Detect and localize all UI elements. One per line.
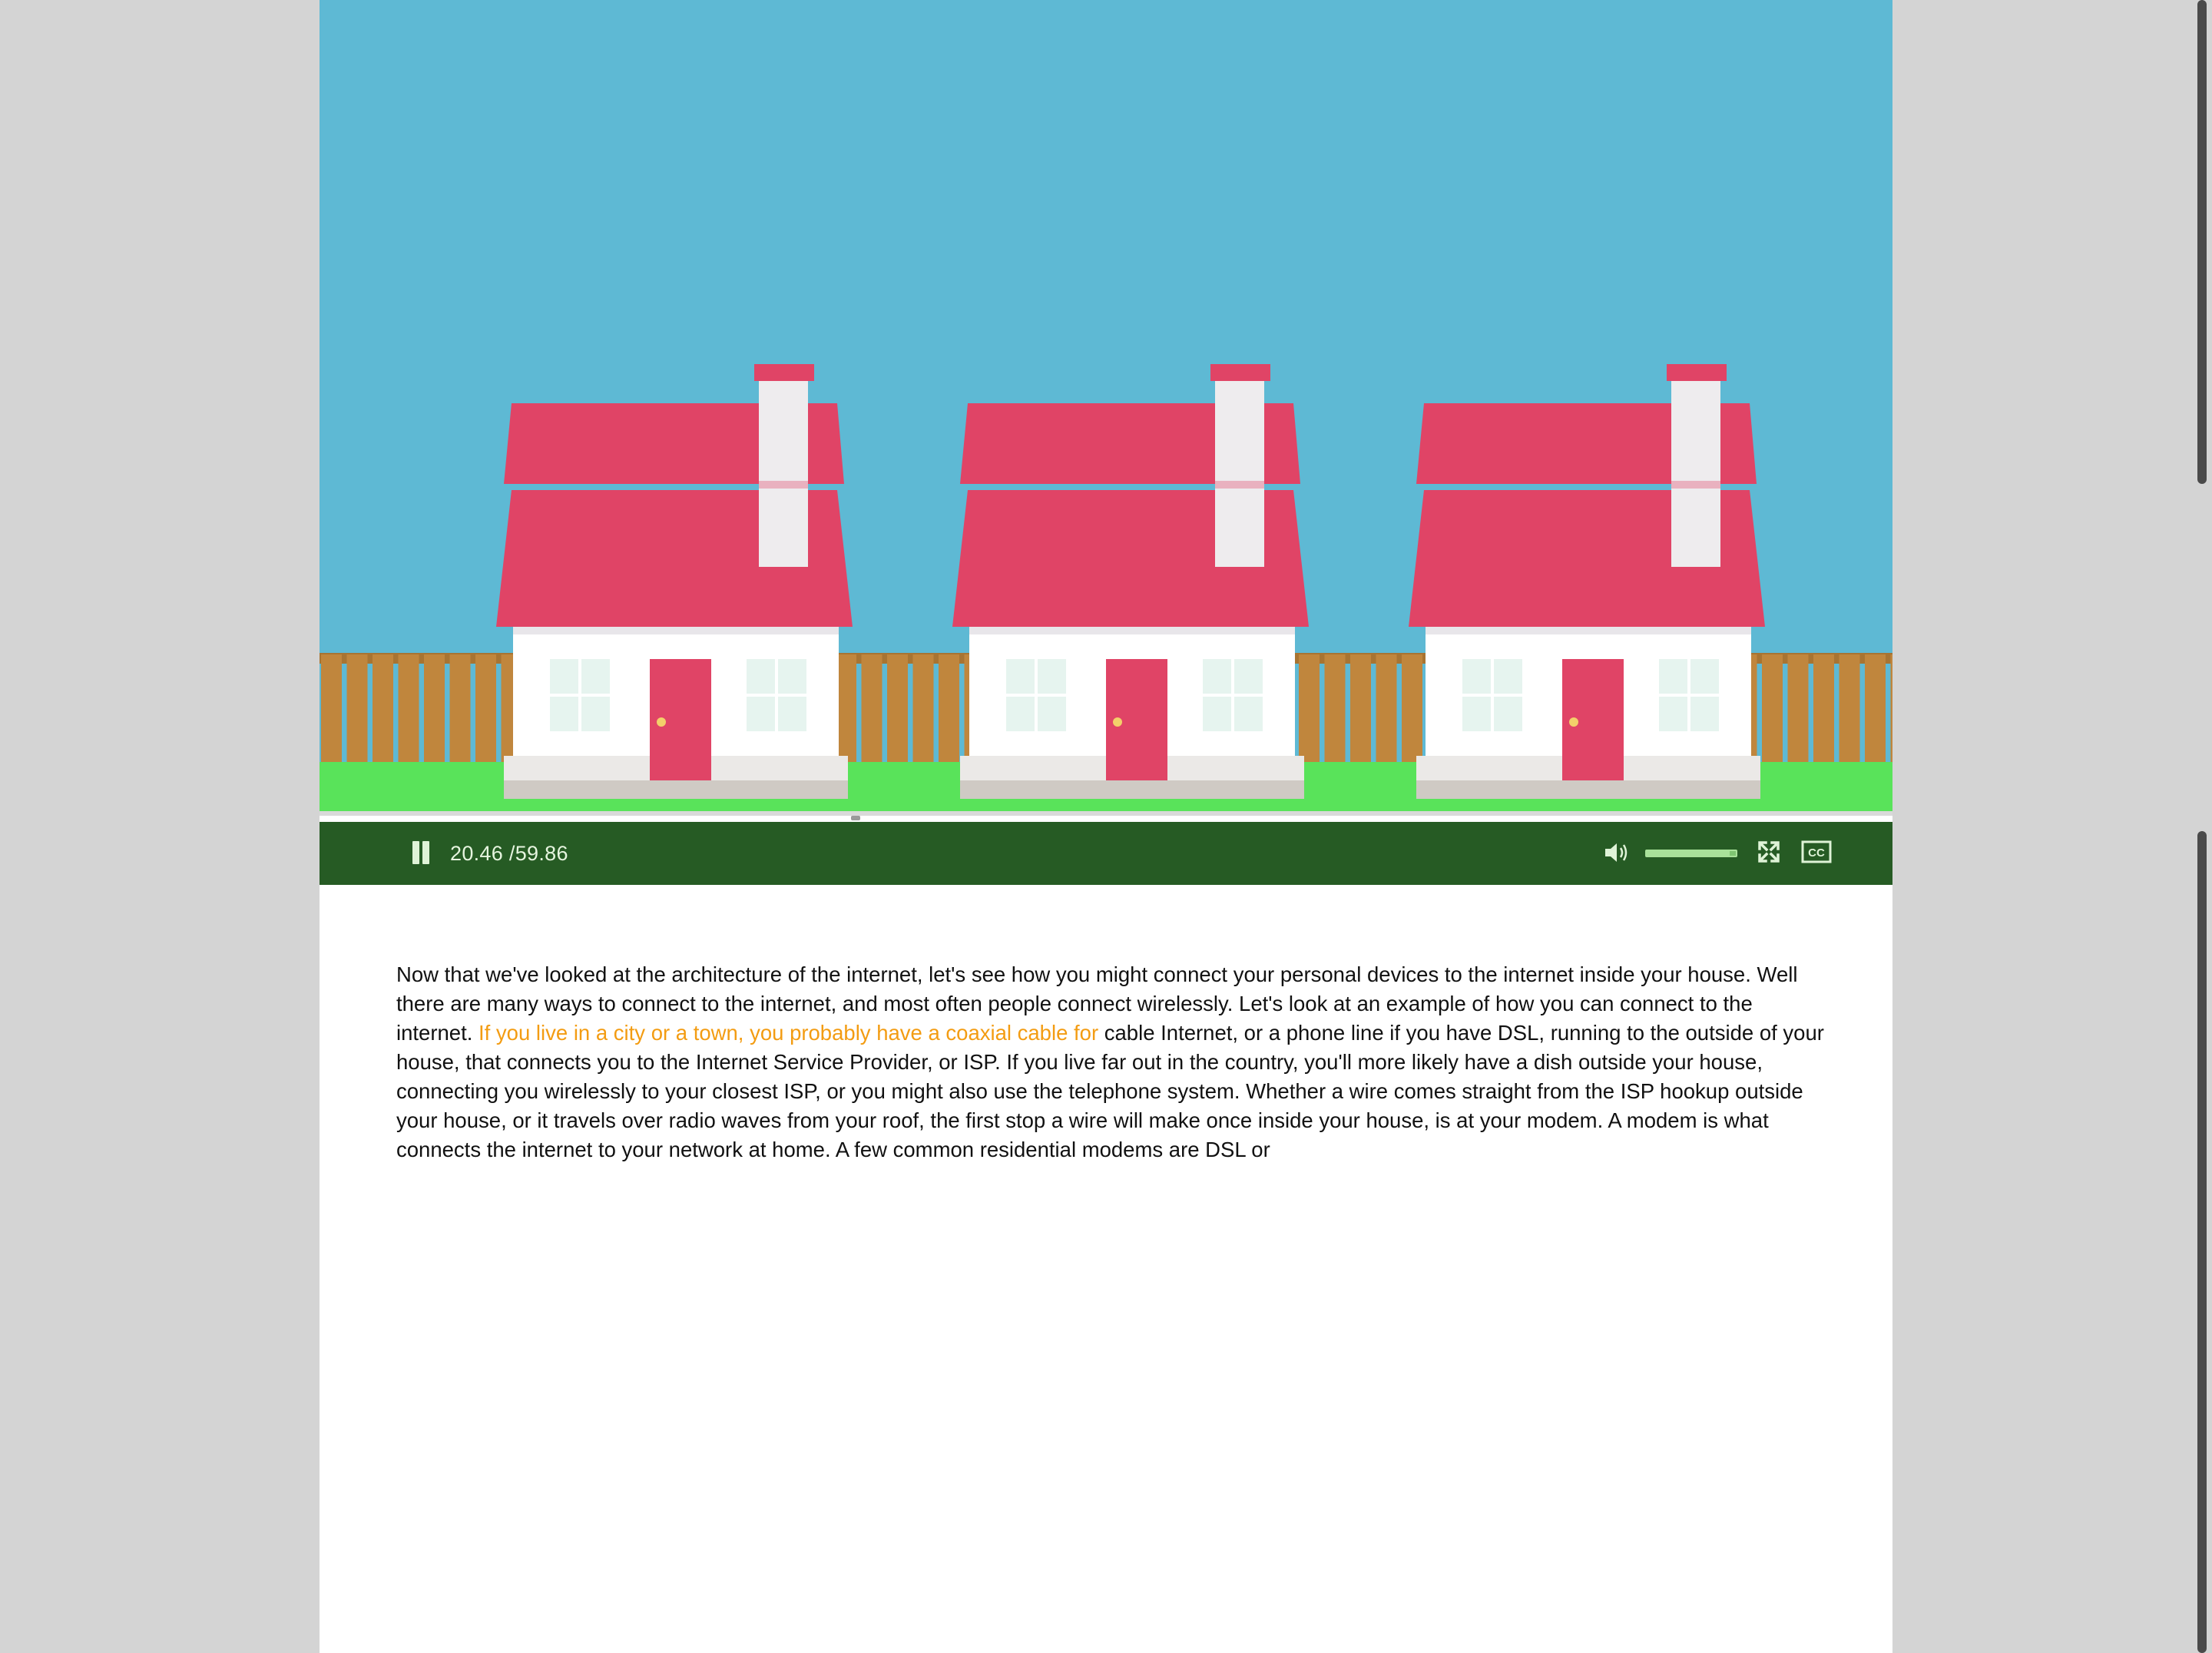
fullscreen-icon [1758, 841, 1780, 863]
pause-button[interactable] [410, 837, 432, 868]
closed-captions-icon: CC [1801, 840, 1832, 863]
houses-illustration [320, 0, 1892, 816]
current-time: 20.46 [450, 842, 504, 865]
svg-text:CC: CC [1808, 846, 1825, 860]
page-scrollbar[interactable] [2194, 0, 2212, 1653]
volume-button[interactable] [1602, 837, 1633, 868]
seek-handle[interactable] [851, 816, 860, 820]
transcript-text: Now that we've looked at the architectur… [396, 960, 1825, 1164]
lesson-panel: 20.46 /59.86 CC Now that we've looked at… [320, 0, 1892, 1653]
transcript-current-phrase[interactable]: If you live in a city or a town, you pro… [478, 1021, 1098, 1045]
volume-icon [1605, 843, 1628, 862]
video-frame[interactable] [320, 0, 1892, 816]
pause-icon [412, 841, 419, 864]
scrollbar-thumb-upper[interactable] [2197, 0, 2207, 484]
scrollbar-thumb-lower[interactable] [2197, 831, 2207, 1653]
volume-knob[interactable] [1730, 851, 1736, 856]
fullscreen-button[interactable] [1753, 836, 1785, 868]
time-display: 20.46 /59.86 [450, 840, 568, 866]
duration: /59.86 [508, 842, 568, 865]
volume-slider[interactable] [1645, 850, 1737, 857]
closed-captions-button[interactable]: CC [1799, 836, 1834, 868]
video-controls: 20.46 /59.86 CC [320, 822, 1892, 885]
